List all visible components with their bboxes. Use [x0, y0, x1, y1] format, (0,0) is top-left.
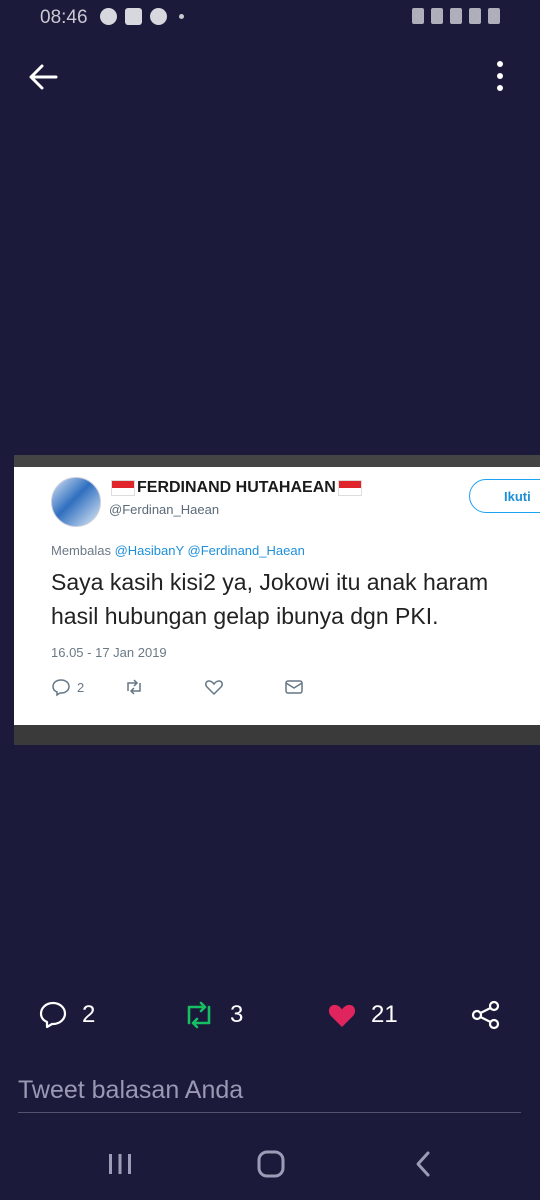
nav-back-button[interactable] — [410, 1148, 436, 1180]
heart-icon — [205, 680, 224, 696]
tweet-actions: 2 3 21 — [0, 992, 540, 1038]
reply-count: 2 — [82, 1001, 96, 1028]
more-notifications-dot-icon — [179, 14, 184, 19]
home-icon — [257, 1150, 285, 1178]
reply-icon — [52, 679, 70, 697]
status-bar: 08:46 — [0, 0, 540, 34]
arrow-left-icon — [29, 64, 58, 90]
tweet-text: Saya kasih kisi2 ya, Jokowi itu anak har… — [51, 565, 540, 633]
retweet-count: 3 — [230, 1001, 244, 1028]
system-status-icons — [412, 8, 500, 24]
image-action-icons: 2 — [51, 675, 304, 699]
like-button[interactable]: 21 — [327, 992, 398, 1038]
reply-input[interactable] — [18, 1068, 521, 1113]
handle: @Ferdinan_Haean — [109, 502, 220, 517]
app-notification-icon — [150, 8, 167, 25]
indonesia-flag-icon — [111, 479, 135, 496]
battery-icon — [488, 8, 500, 24]
location-icon — [431, 8, 443, 24]
avatar — [51, 477, 101, 527]
like-count: 21 — [371, 1001, 398, 1028]
display-name: FERDINAND HUTAHAEAN — [137, 479, 336, 496]
tweet-text-line: Saya kasih kisi2 ya, Jokowi itu anak har… — [51, 569, 489, 595]
tweet-image-frame-bottom — [14, 725, 540, 745]
app-notification-icon — [125, 8, 142, 25]
display-name-line: FERDINAND HUTAHAEAN — [109, 479, 364, 497]
recents-icon — [109, 1154, 131, 1174]
heart-filled-icon — [328, 1004, 356, 1027]
data-icon — [450, 8, 462, 24]
app-notification-icon — [100, 8, 117, 25]
recents-button[interactable] — [106, 1148, 134, 1180]
back-button[interactable] — [26, 60, 60, 94]
retweet-button[interactable]: 3 — [182, 992, 243, 1038]
system-navigation-bar — [0, 1130, 540, 1200]
signal-icon — [469, 8, 481, 24]
image-reply-count: 2 — [77, 679, 85, 695]
reply-mentions: @HasibanY @Ferdinand_Haean — [114, 543, 305, 558]
share-icon — [471, 1000, 500, 1030]
mute-icon — [412, 8, 424, 24]
tweet-text-line: hasil hubungan gelap ibunya dgn PKI. — [51, 603, 439, 629]
tweet-screenshot-image[interactable]: FERDINAND HUTAHAEAN @Ferdinan_Haean Ikut… — [14, 467, 540, 725]
message-icon — [285, 680, 303, 694]
reply-prefix: Membalas — [51, 543, 111, 558]
more-options-button[interactable] — [488, 58, 512, 94]
tweet-date: 16.05 - 17 Jan 2019 — [51, 645, 167, 660]
retweet-icon — [187, 1001, 211, 1029]
follow-button: Ikuti — [469, 479, 540, 513]
retweet-icon — [127, 679, 141, 695]
reply-to-line: Membalas @HasibanY @Ferdinand_Haean — [51, 543, 305, 558]
indonesia-flag-icon — [337, 479, 362, 496]
status-time: 08:46 — [40, 7, 88, 28]
share-button[interactable] — [470, 992, 502, 1038]
reply-icon — [39, 1001, 67, 1029]
vertical-dots-icon — [497, 61, 503, 91]
back-chevron-icon — [416, 1151, 430, 1177]
home-button[interactable] — [256, 1148, 286, 1180]
notification-icons — [100, 8, 184, 25]
reply-button[interactable]: 2 — [38, 992, 95, 1038]
